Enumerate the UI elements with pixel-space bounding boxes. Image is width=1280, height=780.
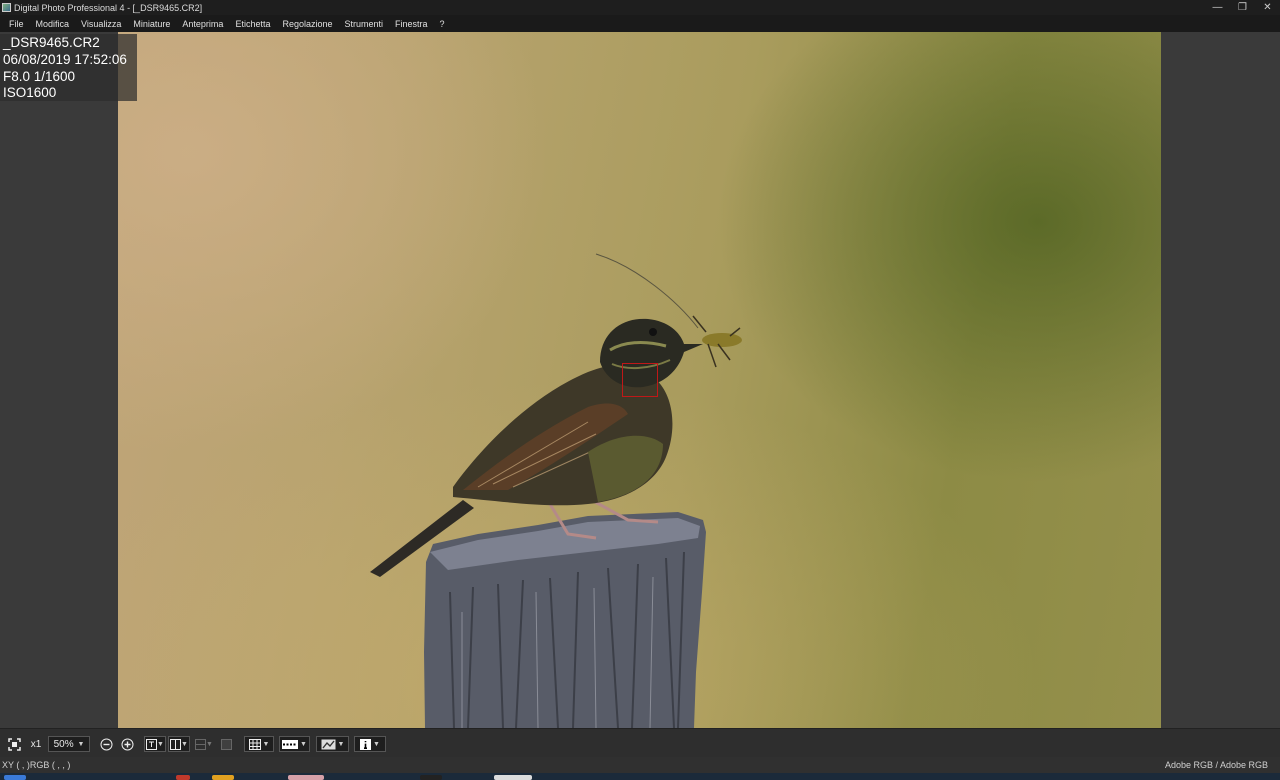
os-taskbar <box>0 773 1280 780</box>
taskbar-app-icon[interactable] <box>420 775 442 780</box>
taskbar-app-icon[interactable] <box>288 775 324 780</box>
zoom-in-icon[interactable] <box>119 736 135 752</box>
menu-finestra[interactable]: Finestra <box>389 19 434 29</box>
info-filename: _DSR9465.CR2 <box>3 35 100 50</box>
fit-screen-icon[interactable] <box>6 736 23 752</box>
info-exposure: F8.0 1/1600 <box>3 68 76 84</box>
menu-help[interactable]: ? <box>434 19 451 29</box>
start-button[interactable] <box>4 775 26 780</box>
zoom-out-icon[interactable] <box>98 736 114 752</box>
menu-strumenti[interactable]: Strumenti <box>339 19 390 29</box>
info-datetime: 06/08/2019 17:52:06 <box>3 51 127 67</box>
zoom-select[interactable]: 50% ▼ <box>48 736 90 752</box>
info-icon[interactable]: ▼ <box>354 736 386 752</box>
color-space-label: Adobe RGB / Adobe RGB <box>1164 760 1268 770</box>
taskbar-app-icon[interactable] <box>212 775 234 780</box>
zoom-value: 50% <box>53 738 74 750</box>
app-icon <box>2 3 11 12</box>
taskbar-app-icon[interactable] <box>494 775 532 780</box>
xy-rgb-readout: XY ( , )RGB ( , , ) <box>2 760 71 770</box>
viewer-toolbar: x1 50% ▼ ▼ ▼ ▼ ▼ ▼ ▼ ▼ <box>0 728 1280 757</box>
zoom-multiplier-button[interactable]: x1 <box>27 736 45 752</box>
split-view-icon[interactable]: ▼ <box>192 736 216 752</box>
restore-button[interactable]: ❐ <box>1230 0 1255 15</box>
grid-icon[interactable]: ▼ <box>244 736 274 752</box>
menu-file[interactable]: File <box>3 19 30 29</box>
chevron-down-icon: ▼ <box>73 740 85 748</box>
menu-visualizza[interactable]: Visualizza <box>75 19 127 29</box>
menu-etichetta[interactable]: Etichetta <box>229 19 276 29</box>
info-iso: ISO1600 <box>3 85 57 101</box>
highlight-warning-icon[interactable]: ▼ <box>279 736 310 752</box>
title-bar: Digital Photo Professional 4 - [_DSR9465… <box>0 0 1280 15</box>
close-button[interactable]: ✕ <box>1255 0 1280 15</box>
status-bar: XY ( , )RGB ( , , ) Adobe RGB / Adobe RG… <box>0 757 1280 773</box>
taskbar-app-icon[interactable] <box>176 775 190 780</box>
single-view-icon[interactable]: ▼ <box>144 736 166 752</box>
menu-miniature[interactable]: Miniature <box>127 19 176 29</box>
af-point-icon[interactable]: ▼ <box>316 736 349 752</box>
compare-view-icon[interactable]: ▼ <box>168 736 190 752</box>
minimize-button[interactable]: — <box>1205 0 1230 15</box>
menu-anteprima[interactable]: Anteprima <box>176 19 229 29</box>
af-point-box <box>622 363 658 397</box>
menu-regolazione[interactable]: Regolazione <box>276 19 338 29</box>
split-view-alt-icon[interactable] <box>218 736 234 752</box>
shooting-info-overlay: _DSR9465.CR2 06/08/2019 17:52:06 F8.0 1/… <box>0 34 137 101</box>
image-viewer[interactable]: _DSR9465.CR2 06/08/2019 17:52:06 F8.0 1/… <box>0 32 1280 728</box>
menu-modifica[interactable]: Modifica <box>30 19 76 29</box>
menu-bar: File Modifica Visualizza Miniature Antep… <box>0 15 1280 32</box>
photo-preview[interactable] <box>118 32 1161 728</box>
window-title: Digital Photo Professional 4 - [_DSR9465… <box>14 2 203 13</box>
window-controls: — ❐ ✕ <box>1205 0 1280 15</box>
